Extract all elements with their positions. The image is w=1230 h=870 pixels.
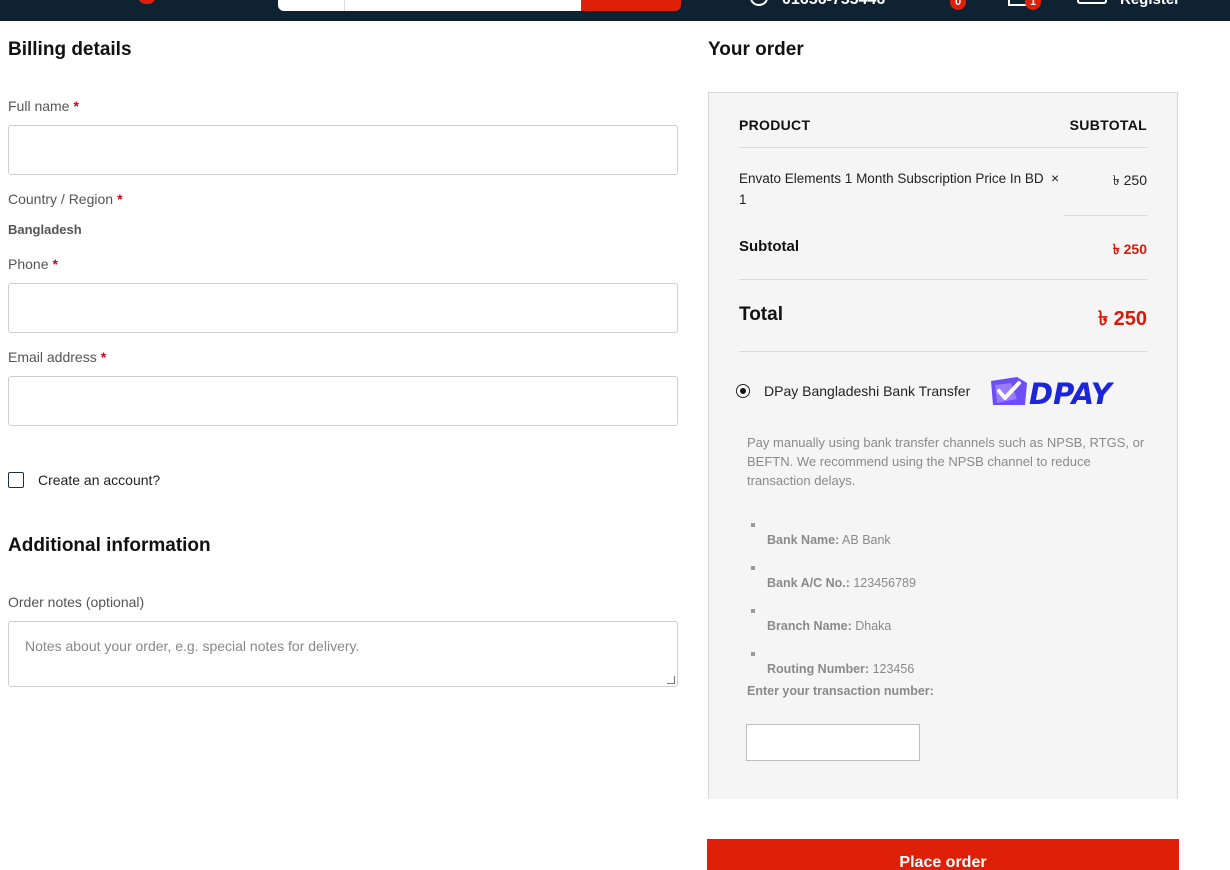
cart-icon[interactable] (1008, 0, 1026, 6)
transaction-number-input[interactable] (746, 724, 920, 761)
email-label-text: Email address (8, 349, 97, 365)
divider (739, 147, 1147, 148)
bank-account-value: 123456789 (853, 576, 916, 590)
site-header: 01656-755446 0 1 Register (0, 0, 1230, 21)
order-review-box: PRODUCT SUBTOTAL Envato Elements 1 Month… (708, 92, 1178, 799)
bank-account-label: Bank A/C No.: (767, 576, 850, 590)
bullet-icon (751, 609, 755, 613)
routing-number-value: 123456 (872, 662, 915, 676)
phone-input[interactable] (8, 283, 678, 333)
search-button[interactable] (581, 0, 681, 11)
divider (739, 279, 1147, 280)
divider (1064, 215, 1147, 216)
bank-name-label: Bank Name: (767, 533, 840, 547)
country-value: Bangladesh (8, 222, 82, 237)
additional-information-heading: Additional information (8, 535, 211, 556)
subtotal-value: ৳ 250 (1112, 241, 1147, 257)
bullet-icon (751, 566, 755, 570)
create-account-label[interactable]: Create an account? (38, 472, 160, 488)
order-item-name: Envato Elements 1 Month Subscription Pri… (739, 168, 1069, 210)
order-item-price: ৳ 250 (1112, 172, 1147, 188)
search-category-divider (344, 0, 345, 11)
wishlist-count-badge[interactable]: 0 (950, 0, 966, 10)
payment-method-description: Pay manually using bank transfer channel… (747, 435, 1145, 488)
branch-name-label: Branch Name: (767, 619, 852, 633)
bank-name-value: AB Bank (842, 533, 891, 547)
bullet-icon (751, 652, 755, 656)
email-label: Email address * (8, 349, 106, 365)
email-input[interactable] (8, 376, 678, 426)
create-account-checkbox[interactable] (8, 472, 24, 488)
phone-label: Phone * (8, 256, 58, 272)
branch-name-line: Branch Name: Dhaka (767, 619, 891, 633)
routing-number-label: Routing Number: (767, 662, 870, 676)
register-link[interactable]: Register (1120, 0, 1180, 9)
user-icon[interactable] (1077, 0, 1107, 4)
bank-name-line: Bank Name: AB Bank (767, 533, 891, 547)
country-label: Country / Region * (8, 191, 123, 207)
routing-number-line: Routing Number: 123456 (767, 662, 914, 676)
total-label: Total (739, 304, 783, 325)
phone-label-text: Phone (8, 256, 49, 272)
dpay-logo-text: DPAY (1029, 377, 1115, 407)
required-mark: * (117, 191, 123, 207)
cart-count-badge[interactable]: 1 (1025, 0, 1041, 10)
transaction-number-label: Enter your transaction number: (747, 684, 934, 698)
your-order-heading: Your order (708, 39, 804, 60)
logo[interactable] (138, 0, 156, 4)
full-name-input[interactable] (8, 125, 678, 175)
full-name-label-text: Full name (8, 98, 70, 114)
branch-name-value: Dhaka (855, 619, 892, 633)
divider (739, 351, 1147, 352)
order-item-title: Envato Elements 1 Month Subscription Pri… (739, 171, 1044, 186)
required-mark: * (52, 256, 58, 272)
order-notes-placeholder: Notes about your order, e.g. special not… (25, 638, 360, 654)
order-notes-label: Order notes (optional) (8, 594, 145, 610)
phone-icon (750, 0, 768, 6)
search-input[interactable] (278, 0, 581, 11)
billing-details-heading: Billing details (8, 39, 132, 60)
bank-account-line: Bank A/C No.: 123456789 (767, 576, 916, 590)
place-order-button[interactable]: Place order (707, 839, 1179, 870)
subtotal-label: Subtotal (739, 238, 799, 255)
column-header-product: PRODUCT (739, 117, 811, 133)
payment-method-label[interactable]: DPay Bangladeshi Bank Transfer (764, 383, 970, 399)
column-header-subtotal: SUBTOTAL (1069, 117, 1147, 133)
dpay-logo: DPAY (991, 377, 1115, 407)
payment-method-radio[interactable] (736, 384, 750, 398)
header-phone-number[interactable]: 01656-755446 (782, 0, 885, 9)
required-mark: * (73, 98, 79, 114)
order-notes-textarea[interactable]: Notes about your order, e.g. special not… (8, 621, 678, 687)
required-mark: * (100, 349, 107, 365)
country-label-text: Country / Region (8, 191, 114, 207)
resize-handle-icon[interactable] (667, 676, 675, 684)
total-value: ৳ 250 (1098, 308, 1147, 330)
full-name-label: Full name * (8, 98, 79, 114)
bullet-icon (751, 523, 755, 527)
